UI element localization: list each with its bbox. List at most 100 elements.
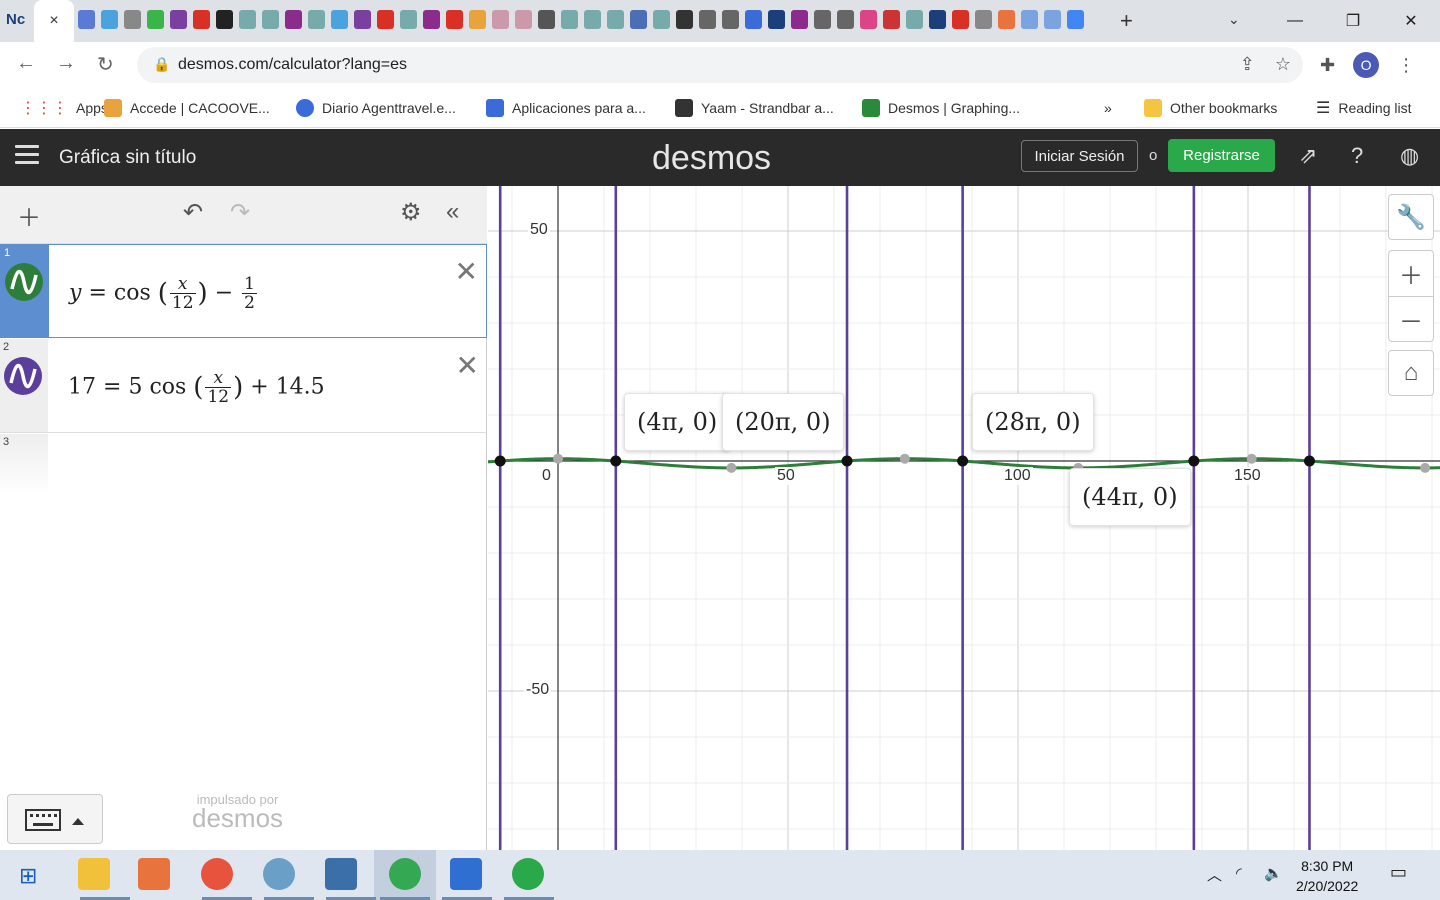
- tab[interactable]: [768, 10, 785, 29]
- graph-canvas[interactable]: [488, 186, 1440, 850]
- expression-item-3[interactable]: 3: [0, 434, 487, 496]
- tab[interactable]: [400, 10, 417, 29]
- tab[interactable]: [262, 10, 279, 29]
- forward-icon[interactable]: →: [56, 52, 76, 75]
- system-clock[interactable]: 8:30 PM 2/20/2022: [1296, 856, 1358, 896]
- tab-search-icon[interactable]: ⌄: [1228, 11, 1240, 28]
- tab[interactable]: [308, 10, 325, 29]
- show-hidden-icons[interactable]: ︿: [1207, 864, 1222, 885]
- address-bar[interactable]: 🔒 desmos.com/calculator?lang=es ⇪ ☆: [137, 47, 1303, 83]
- tab[interactable]: [561, 10, 578, 29]
- bookmark-star-icon[interactable]: ☆: [1275, 54, 1291, 75]
- tab[interactable]: [1021, 10, 1038, 29]
- graph-paper[interactable]: 50 -50 0 50 100 150 (4π, 0) (20π, 0) (28…: [488, 186, 1440, 850]
- tab[interactable]: [676, 10, 693, 29]
- tab[interactable]: [147, 10, 164, 29]
- tab[interactable]: [653, 10, 670, 29]
- tab[interactable]: [630, 10, 647, 29]
- collapse-panel-icon[interactable]: «: [446, 198, 459, 226]
- tab[interactable]: [860, 10, 877, 29]
- tab[interactable]: [423, 10, 440, 29]
- tab[interactable]: [929, 10, 946, 29]
- tab[interactable]: [377, 10, 394, 29]
- graph-title[interactable]: Gráfica sin título: [59, 147, 196, 169]
- tab[interactable]: [584, 10, 601, 29]
- tab[interactable]: [952, 10, 969, 29]
- tab[interactable]: [216, 10, 233, 29]
- help-icon[interactable]: ?: [1351, 143, 1363, 169]
- tab[interactable]: [170, 10, 187, 29]
- expression-item-1[interactable]: 1 y = cos (x 12) − 12 ✕: [0, 244, 487, 338]
- undo-icon[interactable]: ↶: [183, 198, 203, 227]
- office-app-icon[interactable]: [450, 858, 482, 890]
- other-bookmarks[interactable]: Other bookmarks: [1144, 98, 1277, 117]
- expression-math[interactable]: 17 = 5 cos (x 12) + 14.5: [68, 369, 325, 406]
- close-tab-icon[interactable]: ×: [49, 12, 58, 30]
- windows-start-icon[interactable]: ⊞: [19, 863, 37, 889]
- language-globe-icon[interactable]: ◍: [1400, 143, 1419, 169]
- extensions-icon[interactable]: ✚: [1320, 55, 1335, 76]
- share-graph-icon[interactable]: ⇗: [1299, 143, 1317, 169]
- bookmark-item[interactable]: Accede | CACOOVE...: [104, 98, 270, 117]
- paint-icon[interactable]: [263, 858, 295, 890]
- tab[interactable]: [193, 10, 210, 29]
- tab[interactable]: [331, 10, 348, 29]
- notifications-icon[interactable]: ▭: [1390, 862, 1407, 883]
- tab[interactable]: [285, 10, 302, 29]
- add-item-icon[interactable]: ＋: [17, 198, 41, 233]
- tab[interactable]: [975, 10, 992, 29]
- new-tab-button[interactable]: +: [1120, 8, 1133, 34]
- redo-icon[interactable]: ↷: [230, 198, 250, 227]
- tab[interactable]: [446, 10, 463, 29]
- tab[interactable]: [538, 10, 555, 29]
- firefox-icon[interactable]: [201, 858, 233, 890]
- bookmark-item[interactable]: Yaam - Strandbar a...: [675, 98, 834, 117]
- tab[interactable]: [883, 10, 900, 29]
- tab[interactable]: [239, 10, 256, 29]
- media-player-icon[interactable]: [138, 858, 170, 890]
- tab[interactable]: [78, 10, 95, 29]
- curve-color-icon[interactable]: [5, 263, 43, 301]
- point-label[interactable]: (44π, 0): [1069, 468, 1191, 526]
- back-icon[interactable]: ←: [16, 52, 36, 75]
- chrome-icon[interactable]: [389, 858, 421, 890]
- tab-favicon[interactable]: Nc: [6, 11, 28, 31]
- tab[interactable]: [745, 10, 762, 29]
- expression-item-2[interactable]: 2 17 = 5 cos (x 12) + 14.5 ✕: [0, 339, 487, 433]
- bookmark-item[interactable]: Diario Agenttravel.e...: [296, 98, 456, 117]
- tab[interactable]: [515, 10, 532, 29]
- browser-menu-icon[interactable]: ⋮: [1397, 55, 1415, 76]
- expression-tab[interactable]: 1: [1, 245, 49, 337]
- graph-settings-wrench-icon[interactable]: 🔧: [1388, 194, 1434, 240]
- restore-button[interactable]: ❐: [1324, 0, 1382, 42]
- expression-math[interactable]: y = cos (x 12) − 12: [69, 275, 259, 312]
- active-tab[interactable]: ×: [34, 0, 74, 42]
- point-label[interactable]: (28π, 0): [972, 393, 1094, 451]
- tab[interactable]: [1067, 10, 1084, 29]
- tab[interactable]: [124, 10, 141, 29]
- upwork-icon[interactable]: [512, 858, 544, 890]
- volume-icon[interactable]: 🔈: [1264, 864, 1283, 882]
- bookmark-item[interactable]: Aplicaciones para a...: [486, 98, 646, 117]
- tab[interactable]: [354, 10, 371, 29]
- hamburger-menu-icon[interactable]: [15, 145, 39, 169]
- delete-expression-icon[interactable]: ✕: [455, 255, 478, 288]
- tab[interactable]: [906, 10, 923, 29]
- zoom-in-button[interactable]: ＋: [1388, 250, 1434, 296]
- login-button[interactable]: Iniciar Sesión: [1021, 140, 1138, 172]
- tab[interactable]: [998, 10, 1015, 29]
- point-label[interactable]: (4π, 0): [624, 393, 731, 451]
- expression-tab[interactable]: 3: [0, 434, 48, 496]
- register-button[interactable]: Registrarse: [1168, 139, 1275, 172]
- expression-tab[interactable]: 2: [0, 339, 48, 432]
- tab[interactable]: [791, 10, 808, 29]
- tab[interactable]: [722, 10, 739, 29]
- calculator-icon[interactable]: [325, 858, 357, 890]
- tab[interactable]: [814, 10, 831, 29]
- settings-gear-icon[interactable]: ⚙: [400, 198, 422, 227]
- wifi-icon[interactable]: ◜: [1236, 864, 1242, 882]
- point-label[interactable]: (20π, 0): [722, 393, 844, 451]
- tab[interactable]: [607, 10, 624, 29]
- lock-icon[interactable]: 🔒: [153, 56, 170, 73]
- default-view-home-icon[interactable]: ⌂: [1388, 350, 1434, 396]
